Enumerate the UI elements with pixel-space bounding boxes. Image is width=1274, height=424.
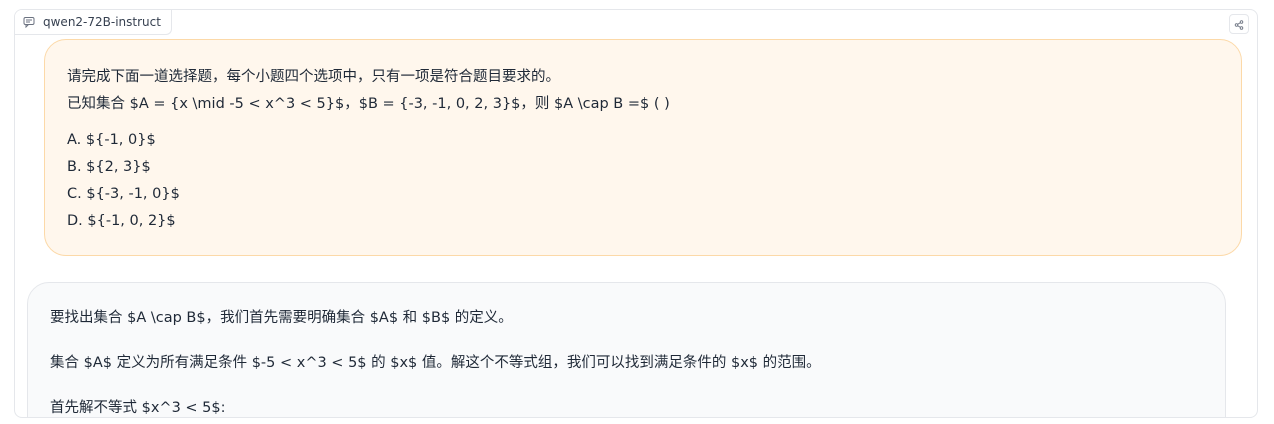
option-b: B. ${2, 3}$ [67, 159, 151, 175]
assistant-message: 要找出集合 $A \cap B$，我们首先需要明确集合 $A$ 和 $B$ 的定… [27, 282, 1226, 417]
user-message: 请完成下面一道选择题，每个小题四个选项中，只有一项是符合题目要求的。 已知集合 … [44, 39, 1242, 256]
answer-paragraph: 集合 $A$ 定义为所有满足条件 $-5 < x^3 < 5$ 的 $x$ 值。… [50, 355, 821, 371]
question-text: 已知集合 $A = {x \mid -5 < x^3 < 5}$，$B = {-… [67, 96, 670, 112]
chat-bubble-icon [23, 16, 35, 28]
option-d: D. ${-1, 0, 2}$ [67, 213, 176, 229]
share-icon [1234, 15, 1244, 34]
option-c: C. ${-3, -1, 0}$ [67, 186, 180, 202]
answer-paragraph: 要找出集合 $A \cap B$，我们首先需要明确集合 $A$ 和 $B$ 的定… [50, 310, 513, 326]
option-a: A. ${-1, 0}$ [67, 132, 156, 148]
chat-panel: qwen2-72B-instruct 请完成下面一道选择题，每个小题四个选项中，… [14, 9, 1258, 418]
answer-paragraph: 首先解不等式 $x^3 < 5$: [50, 400, 226, 416]
model-label: qwen2-72B-instruct [15, 10, 172, 35]
model-name: qwen2-72B-instruct [43, 15, 161, 29]
question-intro: 请完成下面一道选择题，每个小题四个选项中，只有一项是符合题目要求的。 [67, 69, 560, 85]
share-button[interactable] [1229, 14, 1249, 34]
